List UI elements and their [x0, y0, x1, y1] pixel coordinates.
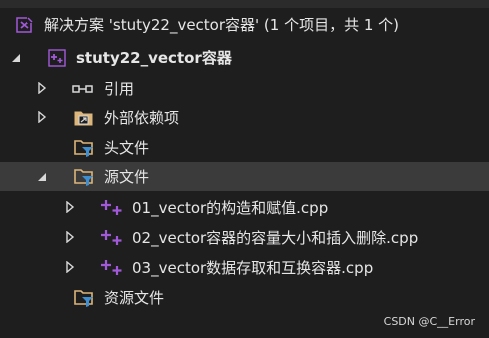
collapsed-arrow-icon[interactable] — [36, 111, 48, 123]
external-dependencies-node[interactable]: 外部依赖项 — [0, 103, 489, 132]
solution-node[interactable]: 解决方案 'stuty22_vector容器' (1 个项目，共 1 个) — [0, 10, 489, 39]
visual-studio-solution-icon — [16, 16, 34, 34]
cpp-file-icon — [100, 258, 124, 276]
source-files-label: 源文件 — [104, 168, 150, 186]
cpp-file-label: 01_vector的构造和赋值.cpp — [132, 199, 329, 217]
expanded-arrow-icon[interactable] — [10, 52, 22, 64]
project-node[interactable]: stuty22_vector容器 — [0, 43, 489, 72]
references-icon — [72, 80, 93, 98]
solution-label: 解决方案 'stuty22_vector容器' (1 个项目，共 1 个) — [44, 16, 400, 34]
collapsed-arrow-icon[interactable] — [64, 201, 76, 213]
project-label: stuty22_vector容器 — [76, 49, 232, 67]
resource-files-node[interactable]: 资源文件 — [0, 283, 489, 312]
watermark-text: CSDN @C__Error — [383, 315, 475, 328]
cpp-file-label: 02_vector容器的容量大小和插入删除.cpp — [132, 229, 419, 247]
cpp-file-label: 03_vector数据存取和互换容器.cpp — [132, 259, 374, 277]
filter-folder-icon — [74, 167, 93, 186]
resource-files-label: 资源文件 — [104, 289, 165, 307]
filter-folder-icon — [74, 288, 93, 307]
header-files-node[interactable]: 头文件 — [0, 133, 489, 162]
cpp-file-icon — [100, 198, 124, 216]
expanded-arrow-icon[interactable] — [36, 171, 48, 183]
references-label: 引用 — [104, 80, 135, 98]
cpp-project-icon — [48, 49, 66, 67]
header-files-label: 头文件 — [104, 139, 150, 157]
filter-folder-icon — [74, 138, 93, 157]
references-node[interactable]: 引用 — [0, 74, 489, 103]
external-dependencies-label: 外部依赖项 — [104, 109, 180, 127]
source-files-node[interactable]: 源文件 — [0, 162, 489, 191]
cpp-file-node[interactable]: 03_vector数据存取和互换容器.cpp — [0, 253, 489, 282]
collapsed-arrow-icon[interactable] — [64, 261, 76, 273]
cpp-file-icon — [100, 228, 124, 246]
cpp-file-node[interactable]: 02_vector容器的容量大小和插入删除.cpp — [0, 223, 489, 252]
collapsed-arrow-icon[interactable] — [36, 82, 48, 94]
cut-off-title-strip — [0, 0, 489, 8]
external-dependencies-icon — [74, 108, 93, 126]
collapsed-arrow-icon[interactable] — [64, 231, 76, 243]
cpp-file-node[interactable]: 01_vector的构造和赋值.cpp — [0, 193, 489, 222]
